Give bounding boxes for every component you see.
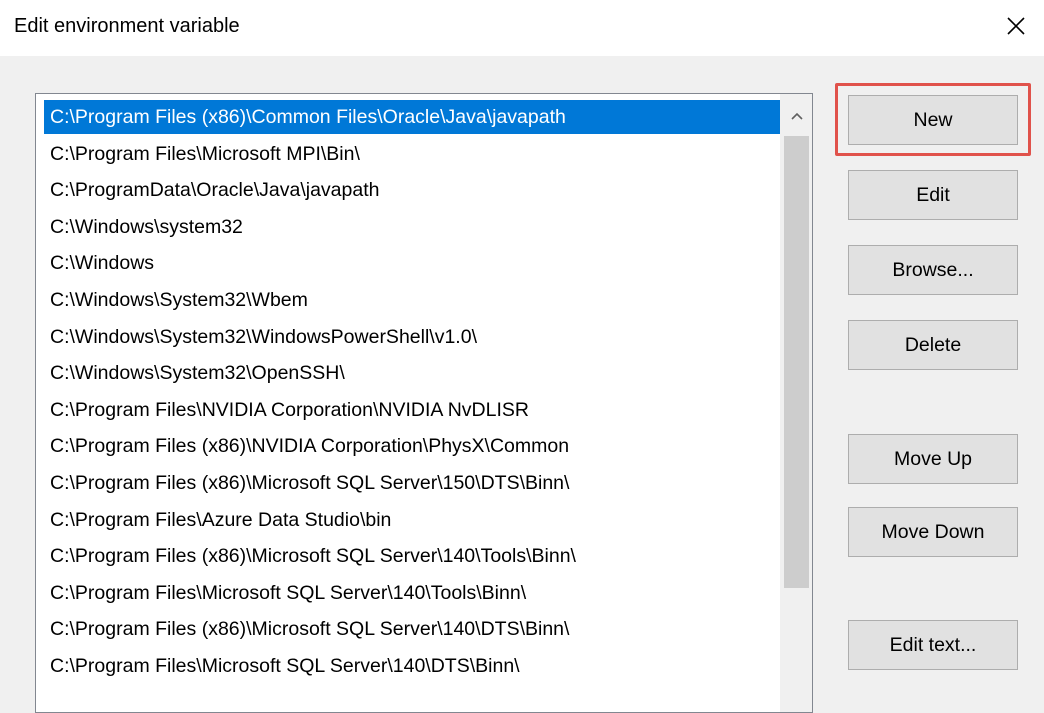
scroll-up-button[interactable] [780,100,812,134]
list-item[interactable]: C:\Program Files (x86)\Microsoft SQL Ser… [44,539,780,573]
list-item[interactable]: C:\Program Files\Microsoft MPI\Bin\ [44,137,780,171]
close-button[interactable] [996,8,1036,44]
vertical-scrollbar[interactable] [780,94,812,712]
list-item[interactable]: C:\Windows [44,246,780,280]
new-button[interactable]: New [848,95,1018,145]
list-item[interactable]: C:\Windows\System32\OpenSSH\ [44,356,780,390]
list-item[interactable]: C:\Program Files\Microsoft SQL Server\14… [44,576,780,610]
list-item[interactable]: C:\Program Files\Microsoft SQL Server\14… [44,649,780,683]
close-icon [1007,17,1025,35]
browse-button[interactable]: Browse... [848,245,1018,295]
list-item[interactable]: C:\Program Files (x86)\NVIDIA Corporatio… [44,429,780,463]
chevron-up-icon [790,108,804,126]
list-item[interactable]: C:\Program Files (x86)\Microsoft SQL Ser… [44,612,780,646]
list-item[interactable]: C:\Windows\system32 [44,210,780,244]
list-item[interactable]: C:\Windows\System32\WindowsPowerShell\v1… [44,320,780,354]
move-down-button[interactable]: Move Down [848,507,1018,557]
edit-text-button[interactable]: Edit text... [848,620,1018,670]
move-up-button[interactable]: Move Up [848,434,1018,484]
list-item[interactable]: C:\Program Files\Azure Data Studio\bin [44,503,780,537]
list-item[interactable]: C:\Program Files (x86)\Microsoft SQL Ser… [44,466,780,500]
list-item[interactable]: C:\ProgramData\Oracle\Java\javapath [44,173,780,207]
delete-button[interactable]: Delete [848,320,1018,370]
path-list[interactable]: C:\Program Files (x86)\Common Files\Orac… [35,93,813,713]
list-item[interactable]: C:\Program Files (x86)\Common Files\Orac… [44,100,781,134]
dialog-title: Edit environment variable [14,15,240,37]
title-bar: Edit environment variable [0,0,1044,56]
edit-button[interactable]: Edit [848,170,1018,220]
scroll-thumb[interactable] [784,136,809,588]
list-item[interactable]: C:\Windows\System32\Wbem [44,283,780,317]
list-item[interactable]: C:\Program Files\NVIDIA Corporation\NVID… [44,393,780,427]
